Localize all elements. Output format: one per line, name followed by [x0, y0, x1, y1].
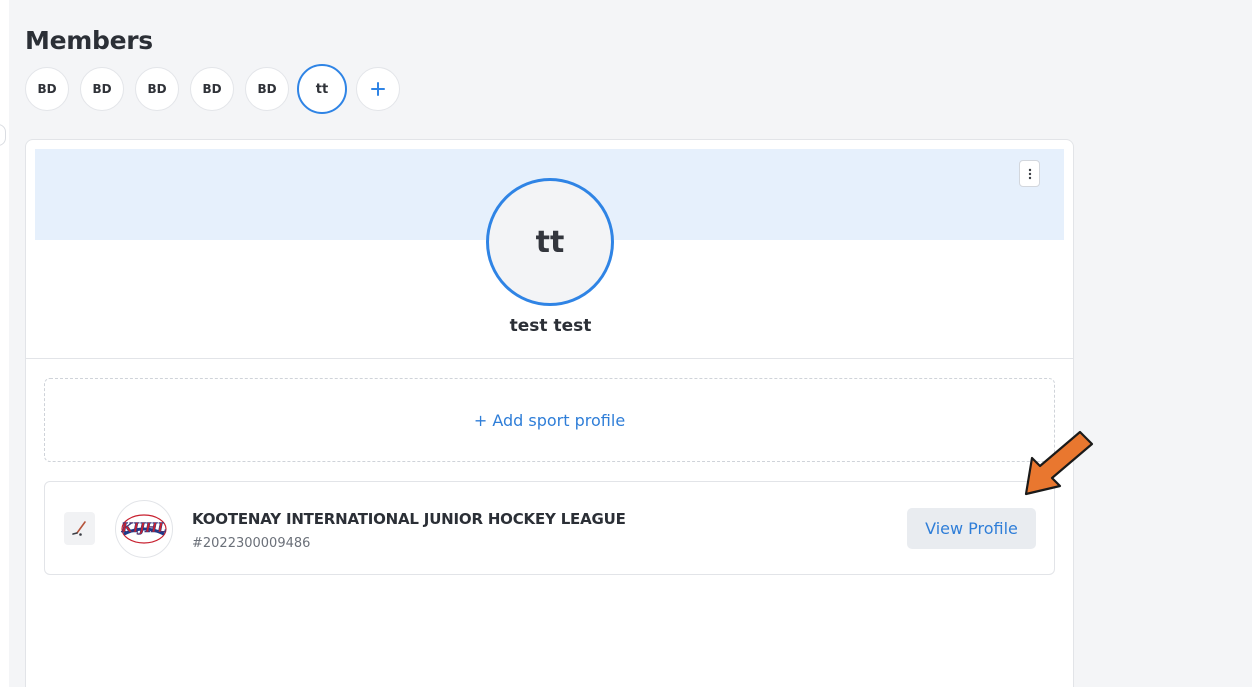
add-member-button[interactable]: [356, 67, 400, 111]
svg-text:KIJHL: KIJHL: [121, 521, 166, 536]
league-name: KOOTENAY INTERNATIONAL JUNIOR HOCKEY LEA…: [192, 510, 626, 528]
member-avatar[interactable]: BD: [135, 67, 179, 111]
member-avatar[interactable]: BD: [190, 67, 234, 111]
plus-icon: [371, 82, 385, 96]
member-avatar[interactable]: BD: [245, 67, 289, 111]
sport-type-badge: [64, 512, 95, 545]
left-panel-edge: [0, 0, 9, 687]
profile-name: test test: [509, 316, 592, 336]
kebab-menu-icon: [1028, 168, 1031, 179]
league-logo-image: KIJHL: [121, 514, 167, 544]
hockey-stick-icon: [71, 520, 86, 536]
member-number: #2022300009486: [192, 536, 311, 551]
sport-profile-row: KIJHL KOOTENAY INTERNATIONAL JUNIOR HOCK…: [44, 481, 1055, 575]
profile-menu-button[interactable]: [1019, 160, 1040, 187]
member-avatar[interactable]: BD: [25, 67, 69, 111]
member-avatar[interactable]: BD: [80, 67, 124, 111]
member-profile-card: tt test test + Add sport profile KIJHL K…: [25, 139, 1074, 687]
orange-arrow-icon: [1024, 430, 1094, 496]
view-profile-button[interactable]: View Profile: [907, 508, 1036, 549]
members-page: Members BD BD BD BD BD tt tt test test +…: [0, 0, 1252, 687]
league-logo: KIJHL: [115, 500, 173, 558]
add-sport-profile-button[interactable]: + Add sport profile: [44, 378, 1055, 462]
divider: [26, 358, 1073, 359]
member-avatar-selected[interactable]: tt: [297, 64, 347, 114]
profile-avatar: tt: [486, 178, 614, 306]
page-title: Members: [25, 26, 153, 55]
